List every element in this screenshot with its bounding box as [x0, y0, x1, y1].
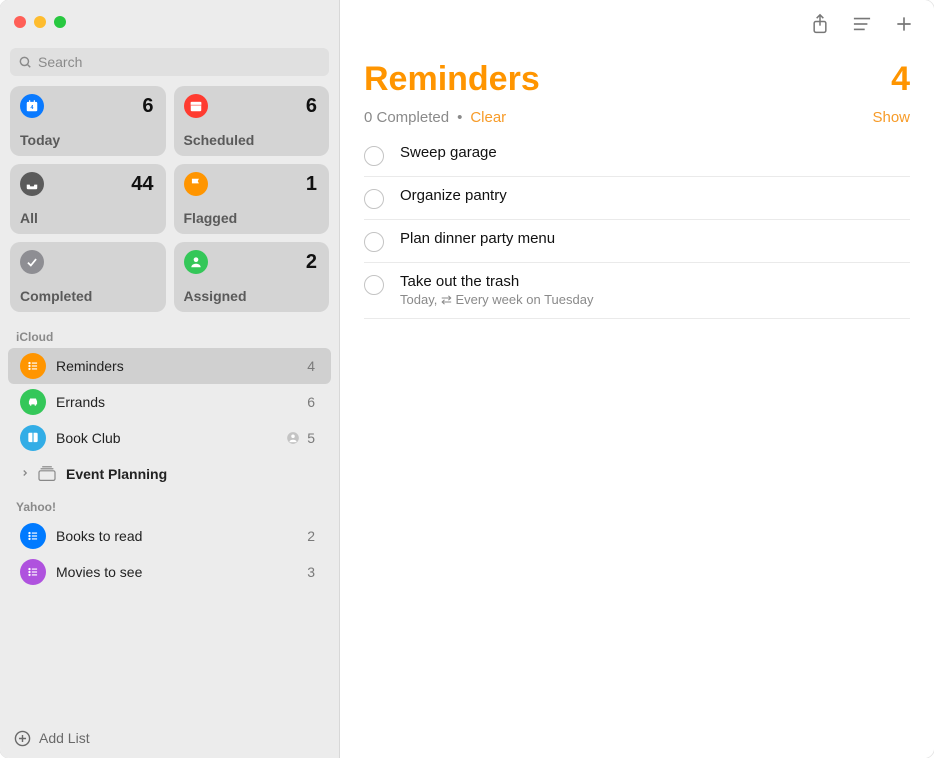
list-total-count: 4: [891, 60, 910, 99]
main-content: Reminders 4 0 Completed • Clear Show Swe…: [340, 0, 934, 758]
search-field[interactable]: [10, 48, 329, 76]
show-completed-button[interactable]: Show: [872, 109, 910, 126]
shared-icon: [285, 430, 301, 446]
list-count: 2: [307, 528, 315, 544]
book-icon: [20, 425, 46, 451]
list-bullet-icon: [20, 559, 46, 585]
sub-header: 0 Completed • Clear Show: [340, 105, 934, 134]
window-zoom-button[interactable]: [54, 16, 66, 28]
smart-list-label: Today: [20, 132, 154, 148]
smart-list-count: 1: [306, 173, 317, 196]
smart-list-label: All: [20, 210, 154, 226]
smart-list-label: Assigned: [184, 288, 318, 304]
plus-circle-icon: [14, 730, 31, 747]
window-minimize-button[interactable]: [34, 16, 46, 28]
account-header-yahoo: Yahoo!: [0, 492, 339, 518]
smart-list-all[interactable]: 44 All: [10, 164, 166, 234]
task-complete-toggle[interactable]: [364, 232, 384, 252]
add-list-button[interactable]: Add List: [0, 718, 339, 758]
list-row-bookclub[interactable]: Book Club 5: [8, 420, 331, 456]
tray-icon: [20, 172, 44, 196]
smart-lists-grid: 4 6 Today 6 Scheduled: [0, 86, 339, 322]
smart-list-label: Flagged: [184, 210, 318, 226]
task-title: Take out the trash: [400, 273, 910, 290]
clear-button[interactable]: Clear: [470, 109, 506, 126]
smart-list-count: 6: [142, 95, 153, 118]
add-list-label: Add List: [39, 730, 90, 746]
list-count: 6: [307, 394, 315, 410]
main-toolbar: [340, 0, 934, 48]
list-bullet-icon: [20, 523, 46, 549]
list-name: Movies to see: [56, 564, 307, 580]
group-row-event-planning[interactable]: Event Planning: [8, 456, 331, 492]
smart-list-label: Scheduled: [184, 132, 318, 148]
smart-list-count: 2: [306, 251, 317, 274]
list-row-movies[interactable]: Movies to see 3: [8, 554, 331, 590]
chevron-right-icon: [20, 467, 30, 481]
task-title: Plan dinner party menu: [400, 230, 910, 247]
smart-list-label: Completed: [20, 288, 154, 304]
list-bullet-icon: [20, 353, 46, 379]
group-name: Event Planning: [66, 466, 167, 482]
calendar-today-icon: 4: [20, 94, 44, 118]
list-name: Errands: [56, 394, 307, 410]
list-row-reminders[interactable]: Reminders 4: [8, 348, 331, 384]
smart-list-count: 44: [131, 173, 153, 196]
task-row[interactable]: Organize pantry: [364, 177, 910, 220]
list-row-books[interactable]: Books to read 2: [8, 518, 331, 554]
add-reminder-button[interactable]: [892, 12, 916, 36]
search-container: [0, 44, 339, 86]
svg-text:4: 4: [31, 105, 34, 111]
calendar-icon: [184, 94, 208, 118]
list-name: Book Club: [56, 430, 285, 446]
smart-list-count: 6: [306, 95, 317, 118]
smart-list-completed[interactable]: Completed: [10, 242, 166, 312]
plus-icon: [894, 14, 914, 34]
smart-list-scheduled[interactable]: 6 Scheduled: [174, 86, 330, 156]
smart-list-today[interactable]: 4 6 Today: [10, 86, 166, 156]
task-title: Organize pantry: [400, 187, 910, 204]
task-complete-toggle[interactable]: [364, 189, 384, 209]
view-options-button[interactable]: [850, 12, 874, 36]
share-button[interactable]: [808, 12, 832, 36]
search-icon: [18, 55, 32, 69]
smart-list-flagged[interactable]: 1 Flagged: [174, 164, 330, 234]
task-row[interactable]: Take out the trash Today, ⇄ Every week o…: [364, 263, 910, 319]
account-header-icloud: iCloud: [0, 322, 339, 348]
person-icon: [184, 250, 208, 274]
separator-dot: •: [457, 109, 462, 126]
app-window: 4 6 Today 6 Scheduled: [0, 0, 934, 758]
list-count: 3: [307, 564, 315, 580]
list-count: 4: [307, 358, 315, 374]
window-close-button[interactable]: [14, 16, 26, 28]
completed-count-label: 0 Completed: [364, 109, 449, 126]
task-complete-toggle[interactable]: [364, 146, 384, 166]
task-row[interactable]: Sweep garage: [364, 134, 910, 177]
list-count: 5: [307, 430, 315, 446]
flag-icon: [184, 172, 208, 196]
sidebar: 4 6 Today 6 Scheduled: [0, 0, 340, 758]
task-complete-toggle[interactable]: [364, 275, 384, 295]
list-title: Reminders: [364, 60, 540, 99]
task-list: Sweep garage Organize pantry Plan dinner…: [340, 134, 934, 319]
main-header: Reminders 4: [340, 48, 934, 105]
window-titlebar: [0, 0, 339, 44]
list-row-errands[interactable]: Errands 6: [8, 384, 331, 420]
task-row[interactable]: Plan dinner party menu: [364, 220, 910, 263]
car-icon: [20, 389, 46, 415]
task-subtitle: Today, ⇄ Every week on Tuesday: [400, 292, 910, 308]
share-icon: [810, 13, 830, 35]
folder-stack-icon: [36, 465, 58, 483]
checkmark-icon: [20, 250, 44, 274]
list-lines-icon: [851, 15, 873, 33]
task-title: Sweep garage: [400, 144, 910, 161]
list-name: Books to read: [56, 528, 307, 544]
search-input[interactable]: [38, 54, 321, 70]
smart-list-assigned[interactable]: 2 Assigned: [174, 242, 330, 312]
list-name: Reminders: [56, 358, 307, 374]
